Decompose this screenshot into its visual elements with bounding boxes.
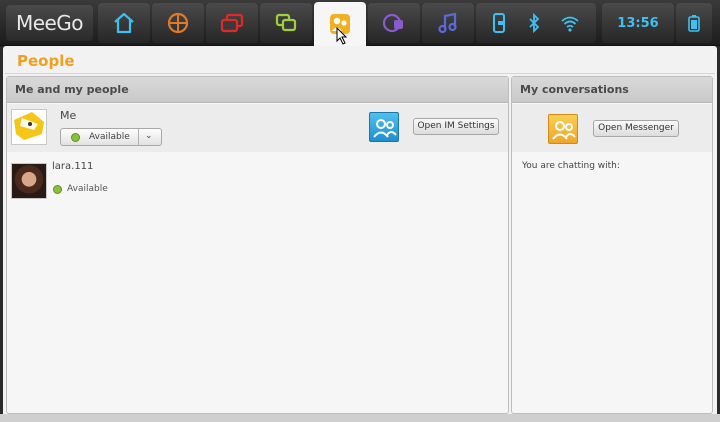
home-zone-button[interactable] <box>98 3 150 43</box>
mouse-pointer-icon <box>336 27 348 45</box>
music-icon <box>438 12 457 34</box>
battery-icon <box>688 15 700 32</box>
home-icon <box>114 12 134 34</box>
internet-icon <box>382 13 403 33</box>
media-zone-button[interactable] <box>422 3 474 43</box>
available-status-icon <box>53 185 62 194</box>
meego-logo[interactable]: MeeGo <box>6 5 93 41</box>
clock: 13:56 <box>617 15 659 31</box>
device-icon[interactable] <box>492 12 506 34</box>
me-and-my-people-panel: Me and my people Me Available ⌄ Open IM … <box>6 76 509 414</box>
list-item[interactable]: lara.111 Available <box>7 159 508 207</box>
title-divider <box>5 73 715 74</box>
applications-zone-button[interactable] <box>152 3 204 43</box>
messenger-row: Open Messenger <box>512 104 712 152</box>
taskbar: MeeGo 13:56 <box>0 0 720 46</box>
status-zone-button[interactable] <box>260 3 312 43</box>
zones-zone-button[interactable] <box>206 3 258 43</box>
contact-name: lara.111 <box>52 161 94 172</box>
panel-header: Me and my people <box>7 77 508 103</box>
open-messenger-button[interactable]: Open Messenger <box>593 120 679 137</box>
panel-header: My conversations <box>512 77 712 103</box>
chevron-down-icon[interactable]: ⌄ <box>145 131 153 141</box>
wifi-icon[interactable] <box>560 14 580 32</box>
contact-avatar <box>11 163 47 199</box>
bottom-edge <box>0 414 720 422</box>
messenger-tile[interactable] <box>548 114 578 144</box>
default-avatar-icon <box>14 112 44 140</box>
status-area <box>476 3 596 43</box>
people-icon <box>552 121 576 140</box>
bluetooth-icon[interactable] <box>528 13 540 33</box>
presence-label: Available <box>89 132 130 142</box>
presence-divider <box>138 129 139 145</box>
me-name: Me <box>60 109 77 122</box>
internet-zone-button[interactable] <box>368 3 420 43</box>
presence-selector[interactable]: Available ⌄ <box>60 128 162 146</box>
zones-icon <box>220 13 244 33</box>
clock-area[interactable]: 13:56 <box>602 3 674 43</box>
status-icon <box>275 13 297 32</box>
contact-status: Available <box>67 184 108 194</box>
page-title: People <box>17 52 75 70</box>
me-row: Me Available ⌄ Open IM Settings <box>7 104 508 152</box>
open-im-settings-button[interactable]: Open IM Settings <box>413 118 499 135</box>
battery-area[interactable] <box>676 3 712 43</box>
people-icon <box>373 119 397 138</box>
my-conversations-panel: My conversations Open Messenger You are … <box>511 76 713 414</box>
avatar[interactable] <box>11 109 47 145</box>
chatting-with-label: You are chatting with: <box>522 161 620 171</box>
people-app-window: People Me and my people Me Available ⌄ O… <box>3 46 717 422</box>
applications-icon <box>167 12 189 34</box>
im-settings-tile[interactable] <box>369 112 399 142</box>
available-status-icon <box>71 133 80 142</box>
